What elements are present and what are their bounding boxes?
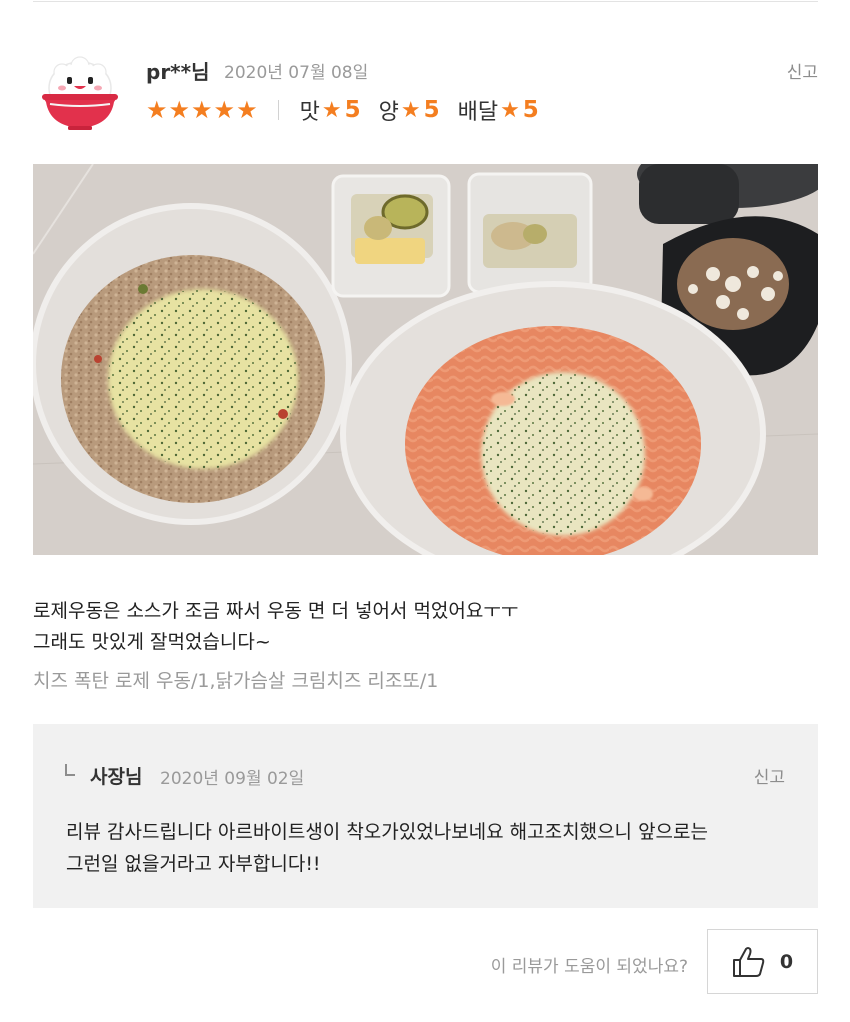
overall-rating-stars: ★ ★ ★ ★ ★ (146, 98, 258, 122)
star-icon: ★ (191, 96, 213, 124)
ordered-menu-items: 치즈 폭탄 로제 우동/1,닭가슴살 크림치즈 리조또/1 (33, 670, 439, 692)
star-icon: ★ (500, 97, 520, 123)
owner-reply-box: 사장님 2020년 09월 02일 신고 리뷰 감사드립니다 아르바이트생이 착… (33, 724, 818, 908)
like-count: 0 (779, 950, 794, 973)
owner-name: 사장님 (90, 766, 143, 788)
reply-report-button[interactable]: 신고 (754, 763, 785, 788)
report-button[interactable]: 신고 (787, 58, 818, 83)
review-photo[interactable] (33, 164, 818, 555)
star-icon: ★ (236, 96, 258, 124)
food-photo-image (33, 164, 818, 555)
helpful-question: 이 리뷰가 도움이 되었나요? (490, 957, 688, 977)
delivery-rating-label: 배달 (457, 100, 499, 125)
quantity-rating-label: 양 (378, 100, 399, 125)
star-icon: ★ (213, 96, 236, 124)
avatar (40, 52, 120, 132)
taste-rating-label: 맛 (299, 100, 320, 125)
star-icon: ★ (321, 97, 342, 123)
star-icon: ★ (146, 96, 168, 124)
reply-arrow-icon (65, 764, 75, 776)
star-icon: ★ (400, 97, 421, 123)
top-divider (33, 1, 818, 2)
rice-bowl-avatar-icon (42, 56, 118, 130)
review-text: 로제우동은 소스가 조금 짜서 우동 면 더 넣어서 먹었어요ㅜㅜ 그래도 맛있… (33, 600, 519, 653)
taste-rating: 맛 ★ 5 (300, 94, 361, 126)
thumbs-up-icon (732, 946, 765, 977)
quantity-rating-value: 5 (423, 97, 440, 123)
rating-row: ★ ★ ★ ★ ★ 맛 ★ 5 양 ★ 5 배달 ★ 5 (146, 94, 557, 126)
delivery-rating: 배달 ★ 5 (458, 94, 539, 126)
taste-rating-value: 5 (344, 97, 361, 123)
quantity-rating: 양 ★ 5 (379, 94, 440, 126)
reply-date: 2020년 09월 02일 (160, 769, 305, 789)
reviewer-name: pr**님 (146, 60, 210, 84)
owner-reply-text: 리뷰 감사드립니다 아르바이트생이 착오가있었나보네요 해고조치했으니 앞으로는… (66, 821, 708, 875)
delivery-rating-value: 5 (522, 97, 539, 123)
rating-divider (277, 100, 279, 120)
helpful-like-button[interactable]: 0 (707, 929, 818, 994)
star-icon: ★ (168, 96, 191, 124)
review-header: pr**님 2020년 07월 08일 신고 (146, 54, 818, 84)
review-date: 2020년 07월 08일 (224, 63, 369, 83)
